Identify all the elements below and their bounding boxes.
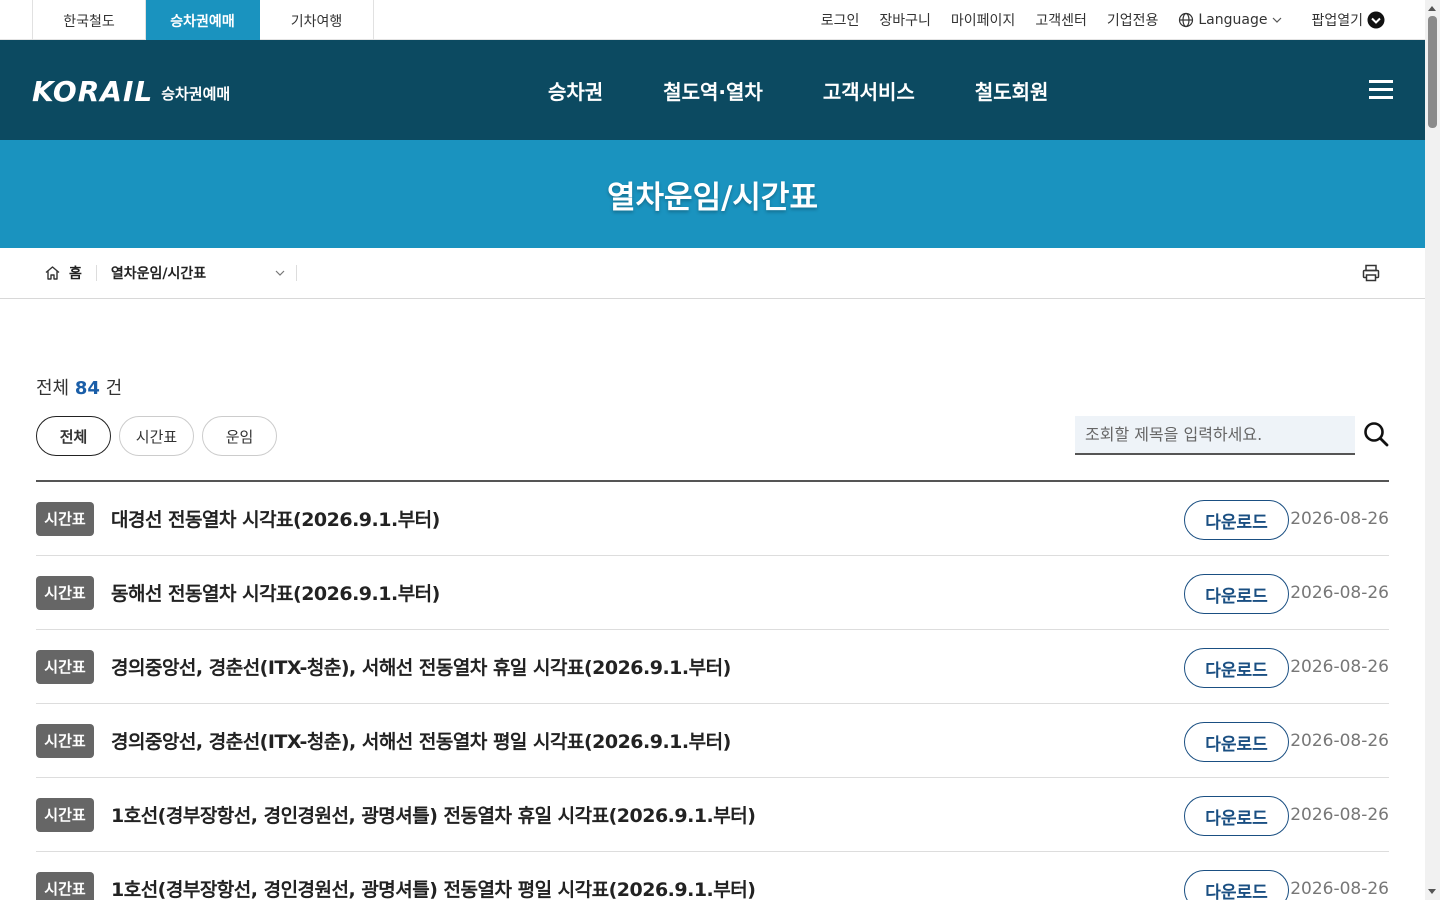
site-tab-travel[interactable]: 기차여행 [260, 0, 374, 40]
item-title[interactable]: 경의중앙선, 경춘선(ITX-청춘), 서해선 전동열차 휴일 시각표(2026… [111, 653, 731, 680]
login-link[interactable]: 로그인 [821, 10, 860, 30]
search-input[interactable] [1075, 416, 1355, 455]
download-button[interactable]: 다운로드 [1184, 500, 1289, 540]
scroll-down-arrow-icon[interactable] [1428, 889, 1436, 894]
korail-logo[interactable]: KORAIL 승차권예매 [32, 75, 230, 108]
breadcrumb-current-dropdown[interactable]: 열차운임/시간표 [97, 265, 297, 282]
total-count-value: 84 [74, 378, 100, 399]
globe-icon [1179, 12, 1194, 28]
corporate-link[interactable]: 기업전용 [1107, 10, 1159, 30]
list-item: 시간표 1호선(경부장항선, 경인경원선, 광명셔틀) 전동열차 평일 시각표(… [36, 852, 1389, 900]
item-date: 2026-08-26 [1290, 731, 1389, 751]
category-badge: 시간표 [36, 575, 94, 610]
scroll-up-arrow-icon[interactable] [1428, 6, 1436, 11]
breadcrumb-home-label: 홈 [69, 266, 82, 282]
item-title[interactable]: 1호선(경부장항선, 경인경원선, 광명셔틀) 전동열차 휴일 시각표(2026… [111, 801, 756, 828]
download-button[interactable]: 다운로드 [1184, 722, 1289, 762]
breadcrumb-current-label: 열차운임/시간표 [110, 266, 207, 282]
site-tabs: 한국철도 승차권예매 기차여행 [32, 0, 374, 40]
popup-open-button[interactable]: 팝업열기 [1311, 10, 1385, 30]
page-banner: 열차운임/시간표 [0, 140, 1425, 248]
language-label: Language [1198, 12, 1268, 28]
download-button[interactable]: 다운로드 [1184, 648, 1289, 688]
logo-wordmark: KORAIL [32, 75, 154, 108]
mypage-link[interactable]: 마이페이지 [951, 10, 1015, 30]
nav-customer-service[interactable]: 고객서비스 [823, 76, 915, 105]
main-header: KORAIL 승차권예매 승차권 철도역·열차 고객서비스 철도회원 [0, 40, 1425, 140]
item-date: 2026-08-26 [1290, 805, 1389, 825]
language-selector[interactable]: Language [1178, 12, 1283, 28]
nav-membership[interactable]: 철도회원 [975, 76, 1049, 105]
scrollbar-thumb[interactable] [1428, 16, 1437, 128]
support-link[interactable]: 고객센터 [1035, 10, 1087, 30]
download-button[interactable]: 다운로드 [1184, 870, 1289, 900]
breadcrumb-bar: 홈 열차운임/시간표 [0, 248, 1425, 299]
filter-fare[interactable]: 운임 [202, 416, 277, 456]
chevron-circle-icon [1367, 11, 1385, 29]
breadcrumb: 홈 열차운임/시간표 [44, 248, 297, 298]
item-title[interactable]: 대경선 전동열차 시각표(2026.9.1.부터) [111, 505, 440, 532]
category-badge: 시간표 [36, 723, 94, 758]
page-title: 열차운임/시간표 [607, 179, 818, 216]
item-date: 2026-08-26 [1290, 657, 1389, 677]
printer-icon [1362, 264, 1380, 282]
filter-timetable[interactable]: 시간표 [119, 416, 194, 456]
total-suffix: 건 [105, 378, 123, 399]
category-badge: 시간표 [36, 501, 94, 536]
utility-links: 로그인 장바구니 마이페이지 고객센터 기업전용 Language 팝업열기 [821, 0, 1385, 40]
nav-tickets[interactable]: 승차권 [548, 76, 603, 105]
total-prefix: 전체 [36, 378, 70, 399]
search-box [1075, 416, 1389, 455]
content-area: 전체 84 건 전체 시간표 운임 시간표 [36, 374, 1389, 900]
item-title[interactable]: 동해선 전동열차 시각표(2026.9.1.부터) [111, 579, 440, 606]
item-title[interactable]: 경의중앙선, 경춘선(ITX-청춘), 서해선 전동열차 평일 시각표(2026… [111, 727, 731, 754]
list-item: 시간표 경의중앙선, 경춘선(ITX-청춘), 서해선 전동열차 휴일 시각표(… [36, 630, 1389, 704]
nav-stations-trains[interactable]: 철도역·열차 [663, 76, 763, 105]
list-item: 시간표 대경선 전동열차 시각표(2026.9.1.부터) 다운로드 2026-… [36, 482, 1389, 556]
category-badge: 시간표 [36, 649, 94, 684]
timetable-list: 시간표 대경선 전동열차 시각표(2026.9.1.부터) 다운로드 2026-… [36, 480, 1389, 900]
item-date: 2026-08-26 [1290, 879, 1389, 899]
logo-subtitle: 승차권예매 [161, 85, 231, 103]
search-button[interactable] [1363, 421, 1389, 451]
site-tab-ticketing[interactable]: 승차권예매 [146, 0, 260, 40]
home-icon [45, 266, 60, 280]
list-item: 시간표 경의중앙선, 경춘선(ITX-청춘), 서해선 전동열차 평일 시각표(… [36, 704, 1389, 778]
filter-row: 전체 시간표 운임 [36, 416, 1389, 480]
item-date: 2026-08-26 [1290, 509, 1389, 529]
search-icon [1364, 421, 1389, 446]
hamburger-menu-icon[interactable] [1367, 78, 1395, 102]
breadcrumb-home[interactable]: 홈 [44, 265, 97, 282]
popup-open-label: 팝업열기 [1311, 13, 1363, 29]
chevron-down-icon [1273, 17, 1282, 23]
chevron-down-icon [275, 270, 285, 276]
category-badge: 시간표 [36, 871, 94, 900]
download-button[interactable]: 다운로드 [1184, 796, 1289, 836]
item-title[interactable]: 1호선(경부장항선, 경인경원선, 광명셔틀) 전동열차 평일 시각표(2026… [111, 875, 756, 900]
item-date: 2026-08-26 [1290, 583, 1389, 603]
utility-bar: 한국철도 승차권예매 기차여행 로그인 장바구니 마이페이지 고객센터 기업전용… [0, 0, 1425, 40]
category-badge: 시간표 [36, 797, 94, 832]
list-item: 시간표 1호선(경부장항선, 경인경원선, 광명셔틀) 전동열차 휴일 시각표(… [36, 778, 1389, 852]
total-count: 전체 84 건 [36, 374, 1389, 400]
page-scrollbar[interactable] [1425, 0, 1440, 900]
site-tab-korail[interactable]: 한국철도 [32, 0, 146, 40]
download-button[interactable]: 다운로드 [1184, 574, 1289, 614]
main-nav: 승차권 철도역·열차 고객서비스 철도회원 [548, 40, 1048, 140]
print-button[interactable] [1361, 263, 1381, 287]
cart-link[interactable]: 장바구니 [879, 10, 931, 30]
filter-all[interactable]: 전체 [36, 416, 111, 456]
list-item: 시간표 동해선 전동열차 시각표(2026.9.1.부터) 다운로드 2026-… [36, 556, 1389, 630]
